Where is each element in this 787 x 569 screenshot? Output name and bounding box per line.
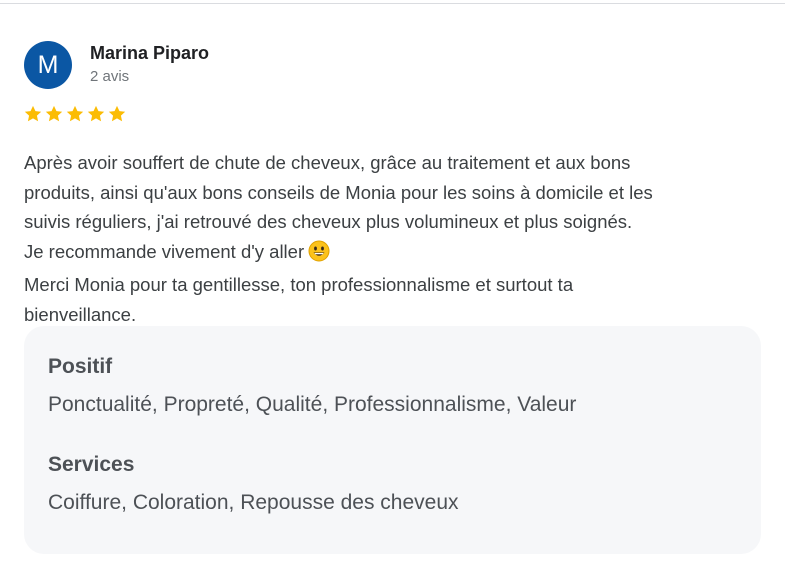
reviewer-name[interactable]: Marina Piparo <box>90 42 209 64</box>
attribute-title: Services <box>48 453 135 476</box>
reviewer-info: Marina Piparo 2 avis <box>90 42 209 88</box>
star-icon <box>66 105 84 122</box>
attribute-value: Coiffure, Coloration, Repousse des cheve… <box>48 491 459 514</box>
review-card: M Marina Piparo 2 avis Après avoir souff… <box>0 0 787 569</box>
divider <box>0 3 785 4</box>
reviewer-review-count: 2 avis <box>90 68 130 85</box>
star-icon <box>108 105 126 122</box>
attribute-group-positive: Positif Ponctualité, Propreté, Qualité, … <box>48 352 737 420</box>
review-header: M Marina Piparo 2 avis <box>24 41 209 89</box>
avatar-initial: M <box>37 50 59 79</box>
star-rating <box>23 104 127 124</box>
star-icon <box>87 105 105 122</box>
review-body: Après avoir souffert de chute de cheveux… <box>24 152 653 262</box>
review-body-continued: Merci Monia pour ta gentillesse, ton pro… <box>24 274 574 325</box>
avatar[interactable]: M <box>24 41 72 89</box>
review-attributes: Positif Ponctualité, Propreté, Qualité, … <box>24 326 761 554</box>
grinning-face-icon <box>308 240 330 271</box>
attribute-value: Ponctualité, Propreté, Qualité, Professi… <box>48 393 577 416</box>
attribute-group-services: Services Coiffure, Coloration, Repousse … <box>48 450 737 518</box>
star-icon <box>24 105 42 122</box>
attribute-title: Positif <box>48 355 113 378</box>
review-text: Après avoir souffert de chute de cheveux… <box>24 148 764 329</box>
star-icon <box>45 105 63 122</box>
